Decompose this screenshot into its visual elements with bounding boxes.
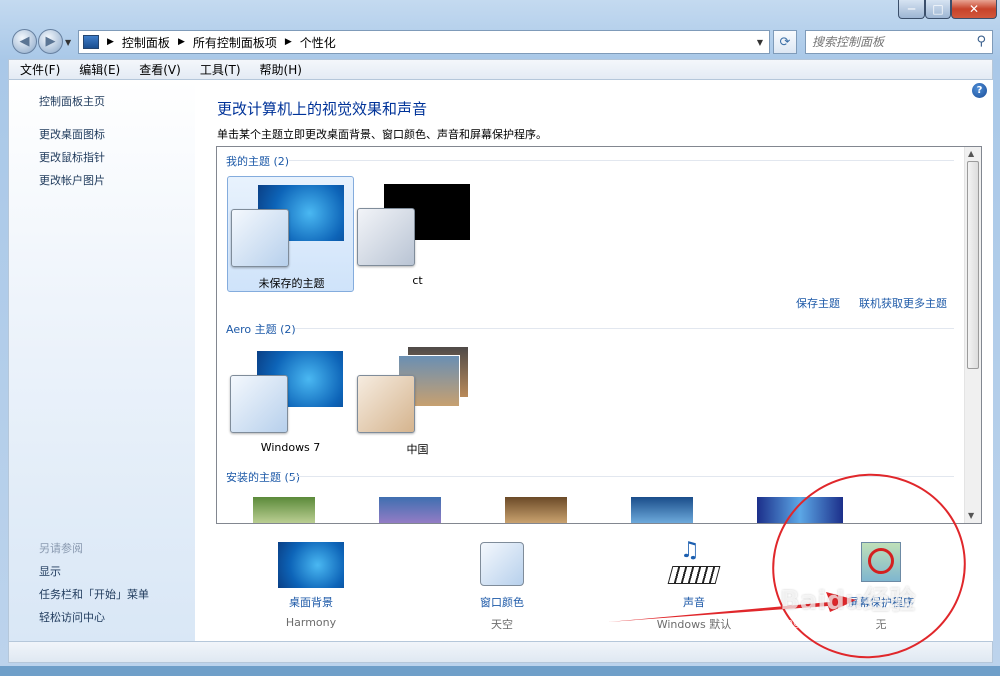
desktop-background-icon bbox=[278, 542, 344, 588]
window-color-icon bbox=[480, 542, 524, 586]
breadcrumb-sep-icon[interactable]: ▶ bbox=[178, 37, 185, 47]
search-icon[interactable]: ⚲ bbox=[976, 34, 986, 49]
installed-theme-thumbnail[interactable] bbox=[253, 497, 315, 523]
navigation-bar: ◀ ▶ ▼ ▶ 控制面板 ▶ 所有控制面板项 ▶ 个性化 ▼ ⟳ ⚲ bbox=[0, 25, 1000, 57]
breadcrumb-control-panel[interactable]: 控制面板 bbox=[122, 34, 170, 51]
menu-edit[interactable]: 编辑(E) bbox=[68, 61, 128, 78]
refresh-icon: ⟳ bbox=[779, 34, 791, 50]
forward-button[interactable]: ▶ bbox=[38, 29, 63, 54]
address-bar[interactable]: ▶ 控制面板 ▶ 所有控制面板项 ▶ 个性化 ▼ bbox=[78, 30, 770, 54]
menu-view[interactable]: 查看(V) bbox=[128, 61, 189, 78]
close-icon: ✕ bbox=[968, 2, 980, 16]
theme-ct[interactable]: ct bbox=[354, 176, 481, 292]
page-subtitle: 单击某个主题立即更改桌面背景、窗口颜色、声音和屏幕保护程序。 bbox=[217, 128, 547, 141]
menu-tools[interactable]: 工具(T) bbox=[189, 61, 249, 78]
theme-label: 中国 bbox=[406, 443, 429, 456]
minimize-icon: ─ bbox=[907, 2, 916, 16]
close-button[interactable]: ✕ bbox=[951, 0, 997, 19]
desktop-background-item[interactable]: 桌面背景 Harmony bbox=[251, 542, 371, 629]
search-box[interactable]: ⚲ bbox=[805, 30, 993, 54]
window-color-value: 天空 bbox=[491, 618, 513, 631]
control-panel-icon bbox=[83, 35, 99, 49]
sidebar-link-account-picture[interactable]: 更改帐户图片 bbox=[39, 172, 105, 188]
sidebar-link-control-panel-home[interactable]: 控制面板主页 bbox=[39, 93, 105, 109]
personalization-window: ─ □ ✕ ◀ ▶ ▼ ▶ 控制面板 ▶ 所有控制面板项 ▶ 个性化 ▼ ⟳ ⚲… bbox=[0, 0, 1000, 676]
sidebar-link-display[interactable]: 显示 bbox=[39, 563, 61, 579]
sidebar-link-mouse-pointers[interactable]: 更改鼠标指针 bbox=[39, 149, 105, 165]
divider bbox=[289, 160, 954, 161]
group-header-my-themes[interactable]: 我的主题 (2) bbox=[226, 153, 289, 169]
theme-label: 未保存的主题 bbox=[258, 277, 325, 290]
scrollbar-thumb[interactable] bbox=[967, 161, 979, 369]
sidebar-link-desktop-icons[interactable]: 更改桌面图标 bbox=[39, 126, 105, 142]
installed-theme-thumbnail[interactable] bbox=[379, 497, 441, 523]
address-dropdown-icon[interactable]: ▼ bbox=[757, 38, 763, 47]
window-color-swatch bbox=[231, 209, 289, 267]
window-color-swatch bbox=[357, 375, 415, 433]
recent-pages-chevron-icon[interactable]: ▼ bbox=[65, 38, 71, 47]
window-color-swatch bbox=[357, 208, 415, 266]
search-input[interactable] bbox=[812, 31, 972, 53]
see-also-heading: 另请参阅 bbox=[39, 542, 83, 555]
theme-gallery: 我的主题 (2) 未保存的主题 ct 保存主题 联机获取更多主题 Aero 主题… bbox=[216, 146, 982, 524]
scroll-up-icon[interactable]: ▲ bbox=[968, 149, 974, 158]
menu-bar: 文件(F) 编辑(E) 查看(V) 工具(T) 帮助(H) bbox=[8, 59, 993, 80]
back-button[interactable]: ◀ bbox=[12, 29, 37, 54]
divider bbox=[295, 328, 954, 329]
breadcrumb-sep-icon[interactable]: ▶ bbox=[107, 37, 114, 47]
scroll-down-icon[interactable]: ▼ bbox=[968, 511, 974, 520]
menu-help[interactable]: 帮助(H) bbox=[249, 61, 310, 78]
sidebar-link-ease-of-access[interactable]: 轻松访问中心 bbox=[39, 609, 105, 625]
group-header-installed[interactable]: 安装的主题 (5) bbox=[226, 469, 300, 485]
help-icon[interactable]: ? bbox=[972, 83, 987, 98]
theme-unsaved[interactable]: 未保存的主题 bbox=[227, 176, 354, 292]
maximize-button[interactable]: □ bbox=[925, 0, 951, 19]
breadcrumb-all-items[interactable]: 所有控制面板项 bbox=[193, 34, 277, 51]
sidebar-link-taskbar[interactable]: 任务栏和「开始」菜单 bbox=[39, 586, 149, 602]
window-color-label[interactable]: 窗口颜色 bbox=[442, 594, 562, 610]
window-color-item[interactable]: 窗口颜色 天空 bbox=[442, 542, 562, 632]
theme-label: ct bbox=[412, 274, 423, 287]
group-header-aero[interactable]: Aero 主题 (2) bbox=[226, 321, 296, 337]
breadcrumb-sep-icon[interactable]: ▶ bbox=[285, 37, 292, 47]
baidu-watermark: Baidu经验 bbox=[780, 586, 916, 616]
installed-theme-thumbnail[interactable] bbox=[631, 497, 693, 523]
breadcrumb-personalization[interactable]: 个性化 bbox=[300, 34, 336, 51]
maximize-icon: □ bbox=[932, 2, 944, 16]
task-pane: 控制面板主页 更改桌面图标 更改鼠标指针 更改帐户图片 另请参阅 显示 任务栏和… bbox=[8, 80, 195, 641]
theme-china[interactable]: 中国 bbox=[354, 343, 481, 459]
desktop-background-label[interactable]: 桌面背景 bbox=[251, 594, 371, 610]
installed-theme-thumbnail[interactable] bbox=[505, 497, 567, 523]
save-theme-link[interactable]: 保存主题 bbox=[796, 295, 840, 311]
baidu-watermark-url: jingyan.baidu.com bbox=[780, 616, 882, 629]
theme-label: Windows 7 bbox=[260, 441, 321, 454]
back-arrow-icon: ◀ bbox=[19, 34, 30, 49]
get-more-themes-link[interactable]: 联机获取更多主题 bbox=[859, 295, 947, 311]
desktop-background-value: Harmony bbox=[285, 616, 337, 629]
window-color-swatch bbox=[230, 375, 288, 433]
refresh-button[interactable]: ⟳ bbox=[773, 30, 797, 54]
minimize-button[interactable]: ─ bbox=[898, 0, 925, 19]
gallery-scrollbar[interactable]: ▲ ▼ bbox=[964, 147, 981, 523]
forward-arrow-icon: ▶ bbox=[45, 34, 56, 49]
page-title: 更改计算机上的视觉效果和声音 bbox=[217, 100, 428, 118]
menu-file[interactable]: 文件(F) bbox=[9, 61, 68, 78]
theme-windows7[interactable]: Windows 7 bbox=[227, 343, 354, 459]
